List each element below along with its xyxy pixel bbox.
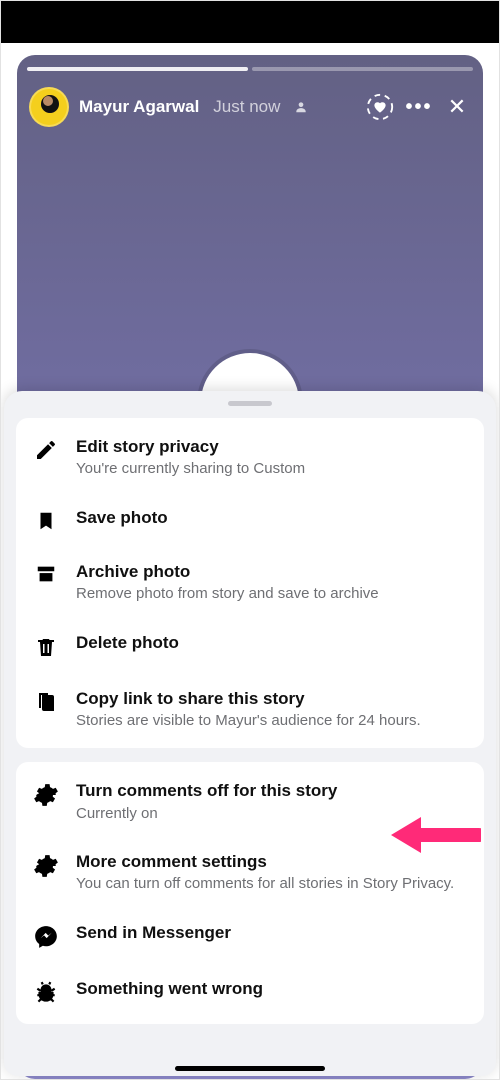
row-subtitle: You can turn off comments for all storie… [76,874,468,894]
gear-icon [32,851,60,879]
row-title: Delete photo [76,632,468,653]
more-comment-settings-row[interactable]: More comment settings You can turn off c… [16,837,484,908]
device-notch [1,1,499,43]
save-photo-row[interactable]: Save photo [16,493,484,547]
row-title: Turn comments off for this story [76,780,468,801]
messenger-icon [32,922,60,950]
story-progress-bar [27,67,473,71]
row-title: Archive photo [76,561,468,582]
copy-icon [32,688,60,716]
more-options-button[interactable]: ••• [405,93,433,121]
progress-segment [252,67,473,71]
user-avatar[interactable] [29,87,69,127]
close-icon: ✕ [448,94,466,120]
user-name-label[interactable]: Mayur Agarwal [79,97,199,117]
row-subtitle: Stories are visible to Mayur's audience … [76,711,468,731]
row-title: Copy link to share this story [76,688,468,709]
pencil-icon [32,436,60,462]
edit-privacy-row[interactable]: Edit story privacy You're currently shar… [16,422,484,493]
trash-icon [32,632,60,660]
close-story-button[interactable]: ✕ [443,93,471,121]
app-frame: Mayur Agarwal Just now ••• ✕ [0,0,500,1080]
row-title: Edit story privacy [76,436,468,457]
story-time-ago: Just now [213,97,280,117]
reactions-button[interactable] [365,92,395,122]
ellipsis-icon: ••• [405,96,432,119]
action-group-2: Turn comments off for this story Current… [16,762,484,1024]
bug-icon [32,978,60,1006]
send-messenger-row[interactable]: Send in Messenger [16,908,484,964]
story-header: Mayur Agarwal Just now ••• ✕ [17,85,483,129]
delete-photo-row[interactable]: Delete photo [16,618,484,674]
home-indicator[interactable] [175,1066,325,1071]
sheet-handle[interactable] [228,401,272,406]
gear-icon [32,780,60,808]
action-group-1: Edit story privacy You're currently shar… [16,418,484,748]
progress-segment [27,67,248,71]
row-title: Something went wrong [76,978,468,999]
action-sheet: Edit story privacy You're currently shar… [4,391,496,1076]
row-title: Save photo [76,507,468,528]
row-title: More comment settings [76,851,468,872]
row-subtitle: Remove photo from story and save to arch… [76,584,468,604]
row-subtitle: You're currently sharing to Custom [76,459,468,479]
archive-icon [32,561,60,585]
row-title: Send in Messenger [76,922,468,943]
archive-photo-row[interactable]: Archive photo Remove photo from story an… [16,547,484,618]
report-problem-row[interactable]: Something went wrong [16,964,484,1020]
copy-link-row[interactable]: Copy link to share this story Stories ar… [16,674,484,745]
bookmark-icon [32,507,60,533]
audience-icon [294,100,308,114]
row-subtitle: Currently on [76,804,468,824]
turn-comments-off-row[interactable]: Turn comments off for this story Current… [16,766,484,837]
